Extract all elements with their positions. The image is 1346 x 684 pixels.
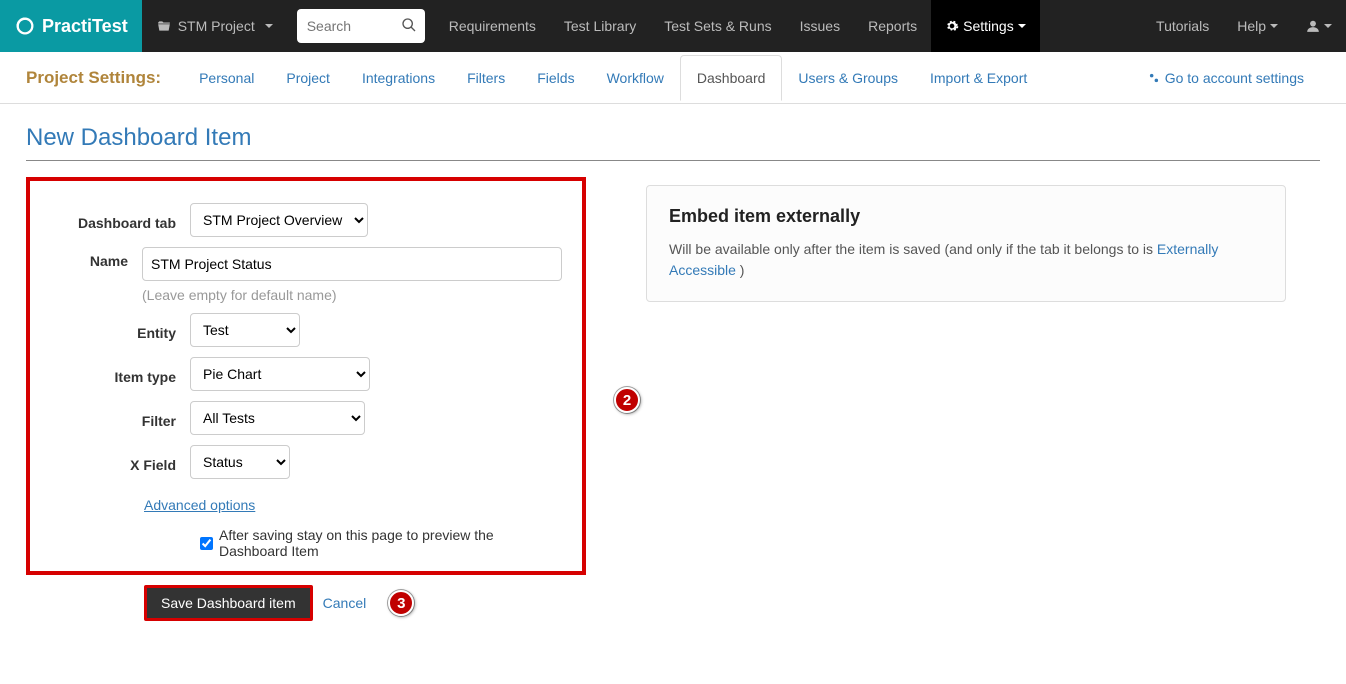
- caret-down-icon: [1270, 24, 1278, 28]
- nav-test-library[interactable]: Test Library: [550, 0, 650, 52]
- content-row: Dashboard tab STM Project Overview Name …: [26, 177, 1320, 621]
- cancel-link[interactable]: Cancel: [323, 595, 367, 611]
- stay-on-page-label: After saving stay on this page to previe…: [219, 527, 562, 559]
- folder-open-icon: [156, 19, 172, 33]
- project-name: STM Project: [178, 18, 255, 34]
- label-item-type: Item type: [30, 363, 190, 385]
- nav-settings-label: Settings: [963, 18, 1014, 34]
- account-settings-link[interactable]: Go to account settings: [1131, 56, 1320, 100]
- annotation-badge-2: 2: [614, 387, 640, 413]
- user-icon: [1306, 19, 1320, 33]
- label-entity: Entity: [30, 319, 190, 341]
- brand-logo[interactable]: PractiTest: [0, 0, 142, 52]
- subnav-fields[interactable]: Fields: [521, 56, 590, 100]
- label-dashboard-tab: Dashboard tab: [30, 209, 190, 231]
- nav-help-label: Help: [1237, 18, 1266, 34]
- gears-icon: [1147, 71, 1161, 85]
- gear-icon: [945, 19, 959, 33]
- subnav-import-export[interactable]: Import & Export: [914, 56, 1043, 100]
- subnav-integrations[interactable]: Integrations: [346, 56, 451, 100]
- search-wrap: [297, 9, 425, 43]
- nav-issues[interactable]: Issues: [786, 0, 854, 52]
- select-item-type[interactable]: Pie Chart: [190, 357, 370, 391]
- account-settings-label: Go to account settings: [1165, 70, 1304, 86]
- select-xfield[interactable]: Status: [190, 445, 290, 479]
- form-column: Dashboard tab STM Project Overview Name …: [26, 177, 586, 621]
- nav-settings[interactable]: Settings: [931, 0, 1040, 52]
- subnav-project[interactable]: Project: [270, 56, 346, 100]
- select-filter[interactable]: All Tests: [190, 401, 365, 435]
- nav-user-menu[interactable]: [1292, 0, 1346, 52]
- caret-down-icon: [1018, 24, 1026, 28]
- input-name[interactable]: [142, 247, 562, 281]
- subnav-filters[interactable]: Filters: [451, 56, 521, 100]
- nav-test-sets[interactable]: Test Sets & Runs: [650, 0, 785, 52]
- subnav-users-groups[interactable]: Users & Groups: [782, 56, 914, 100]
- embed-panel-title: Embed item externally: [669, 206, 1263, 227]
- caret-down-icon: [1324, 24, 1332, 28]
- subnav-personal[interactable]: Personal: [183, 56, 270, 100]
- brand-text: PractiTest: [42, 16, 128, 37]
- dashboard-item-form: Dashboard tab STM Project Overview Name …: [26, 177, 586, 575]
- subnav-title: Project Settings:: [26, 68, 161, 88]
- project-dropdown[interactable]: STM Project: [142, 0, 287, 52]
- page-title: New Dashboard Item: [26, 124, 1320, 161]
- embed-panel: Embed item externally Will be available …: [646, 185, 1286, 302]
- page-body: New Dashboard Item Dashboard tab STM Pro…: [0, 104, 1346, 641]
- annotation-badge-3: 3: [388, 590, 414, 616]
- nav-requirements[interactable]: Requirements: [435, 0, 550, 52]
- checkbox-stay-on-page[interactable]: [200, 537, 213, 550]
- embed-panel-body: Will be available only after the item is…: [669, 239, 1263, 281]
- nav-tutorials[interactable]: Tutorials: [1142, 0, 1223, 52]
- caret-down-icon: [265, 24, 273, 28]
- label-name: Name: [30, 247, 142, 269]
- select-entity[interactable]: Test: [190, 313, 300, 347]
- advanced-options-link[interactable]: Advanced options: [144, 497, 255, 513]
- save-dashboard-item-button[interactable]: Save Dashboard item: [144, 585, 313, 621]
- form-actions: Save Dashboard item Cancel 3: [144, 585, 586, 621]
- search-icon[interactable]: [401, 17, 417, 36]
- settings-subnav: Project Settings: Personal Project Integ…: [0, 52, 1346, 104]
- practitest-logo-icon: [14, 15, 36, 37]
- nav-help[interactable]: Help: [1223, 0, 1292, 52]
- name-hint: (Leave empty for default name): [142, 287, 562, 303]
- select-dashboard-tab[interactable]: STM Project Overview: [190, 203, 368, 237]
- label-filter: Filter: [30, 407, 190, 429]
- top-navbar: PractiTest STM Project Requirements Test…: [0, 0, 1346, 52]
- nav-reports[interactable]: Reports: [854, 0, 931, 52]
- subnav-dashboard[interactable]: Dashboard: [680, 55, 783, 101]
- label-xfield: X Field: [30, 451, 190, 473]
- subnav-workflow[interactable]: Workflow: [591, 56, 680, 100]
